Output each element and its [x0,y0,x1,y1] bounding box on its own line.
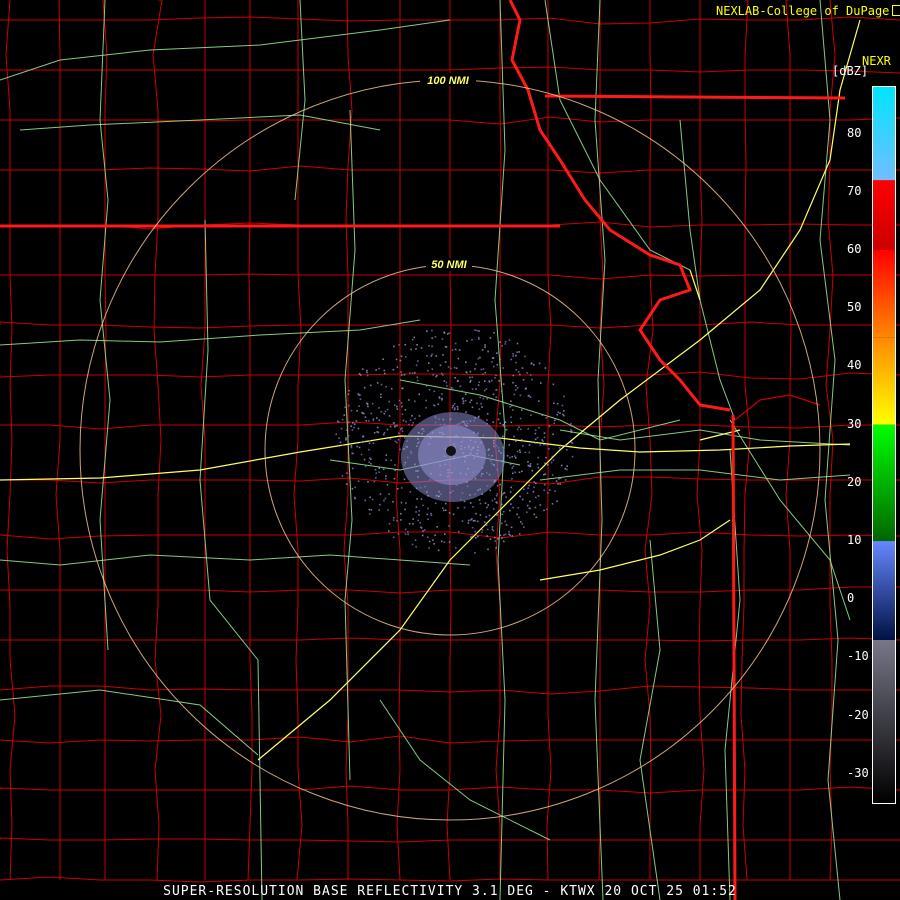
scale-band [873,337,895,425]
scale-tick-label: 50 [847,300,862,315]
scale-band [873,640,895,803]
range-ring-50-label: 50 NMI [431,259,467,271]
color-scale-bar [872,86,896,804]
scale-tick-label: 10 [847,533,862,548]
scale-band [873,424,895,542]
scale-tick-label: 40 [847,358,862,373]
scale-tick-label: -20 [847,707,869,722]
unit-label: [dBZ] [832,64,869,78]
scale-tick-label: 0 [847,591,855,606]
credit-label: NEXLAB-College of DuPage [716,4,900,18]
scale-tick-label: 60 [847,241,862,256]
scale-tick-label: 80 [847,125,862,140]
radar-site-marker [446,446,456,456]
scale-band [873,541,895,641]
scale-tick-label: 30 [847,416,862,431]
scale-tick-label: 20 [847,474,862,489]
radar-map: 100 NMI 50 NMI [0,0,900,900]
scale-tick-label: 70 [847,183,862,198]
scale-band [873,249,895,338]
scale-tick-label: -10 [847,649,869,664]
scale-band [873,180,895,250]
range-ring-100-label: 100 NMI [427,75,470,87]
product-title: SUPER-RESOLUTION BASE REFLECTIVITY 3.1 D… [163,884,737,899]
scale-tick-label: -30 [847,765,869,780]
logo-icon [892,5,900,16]
